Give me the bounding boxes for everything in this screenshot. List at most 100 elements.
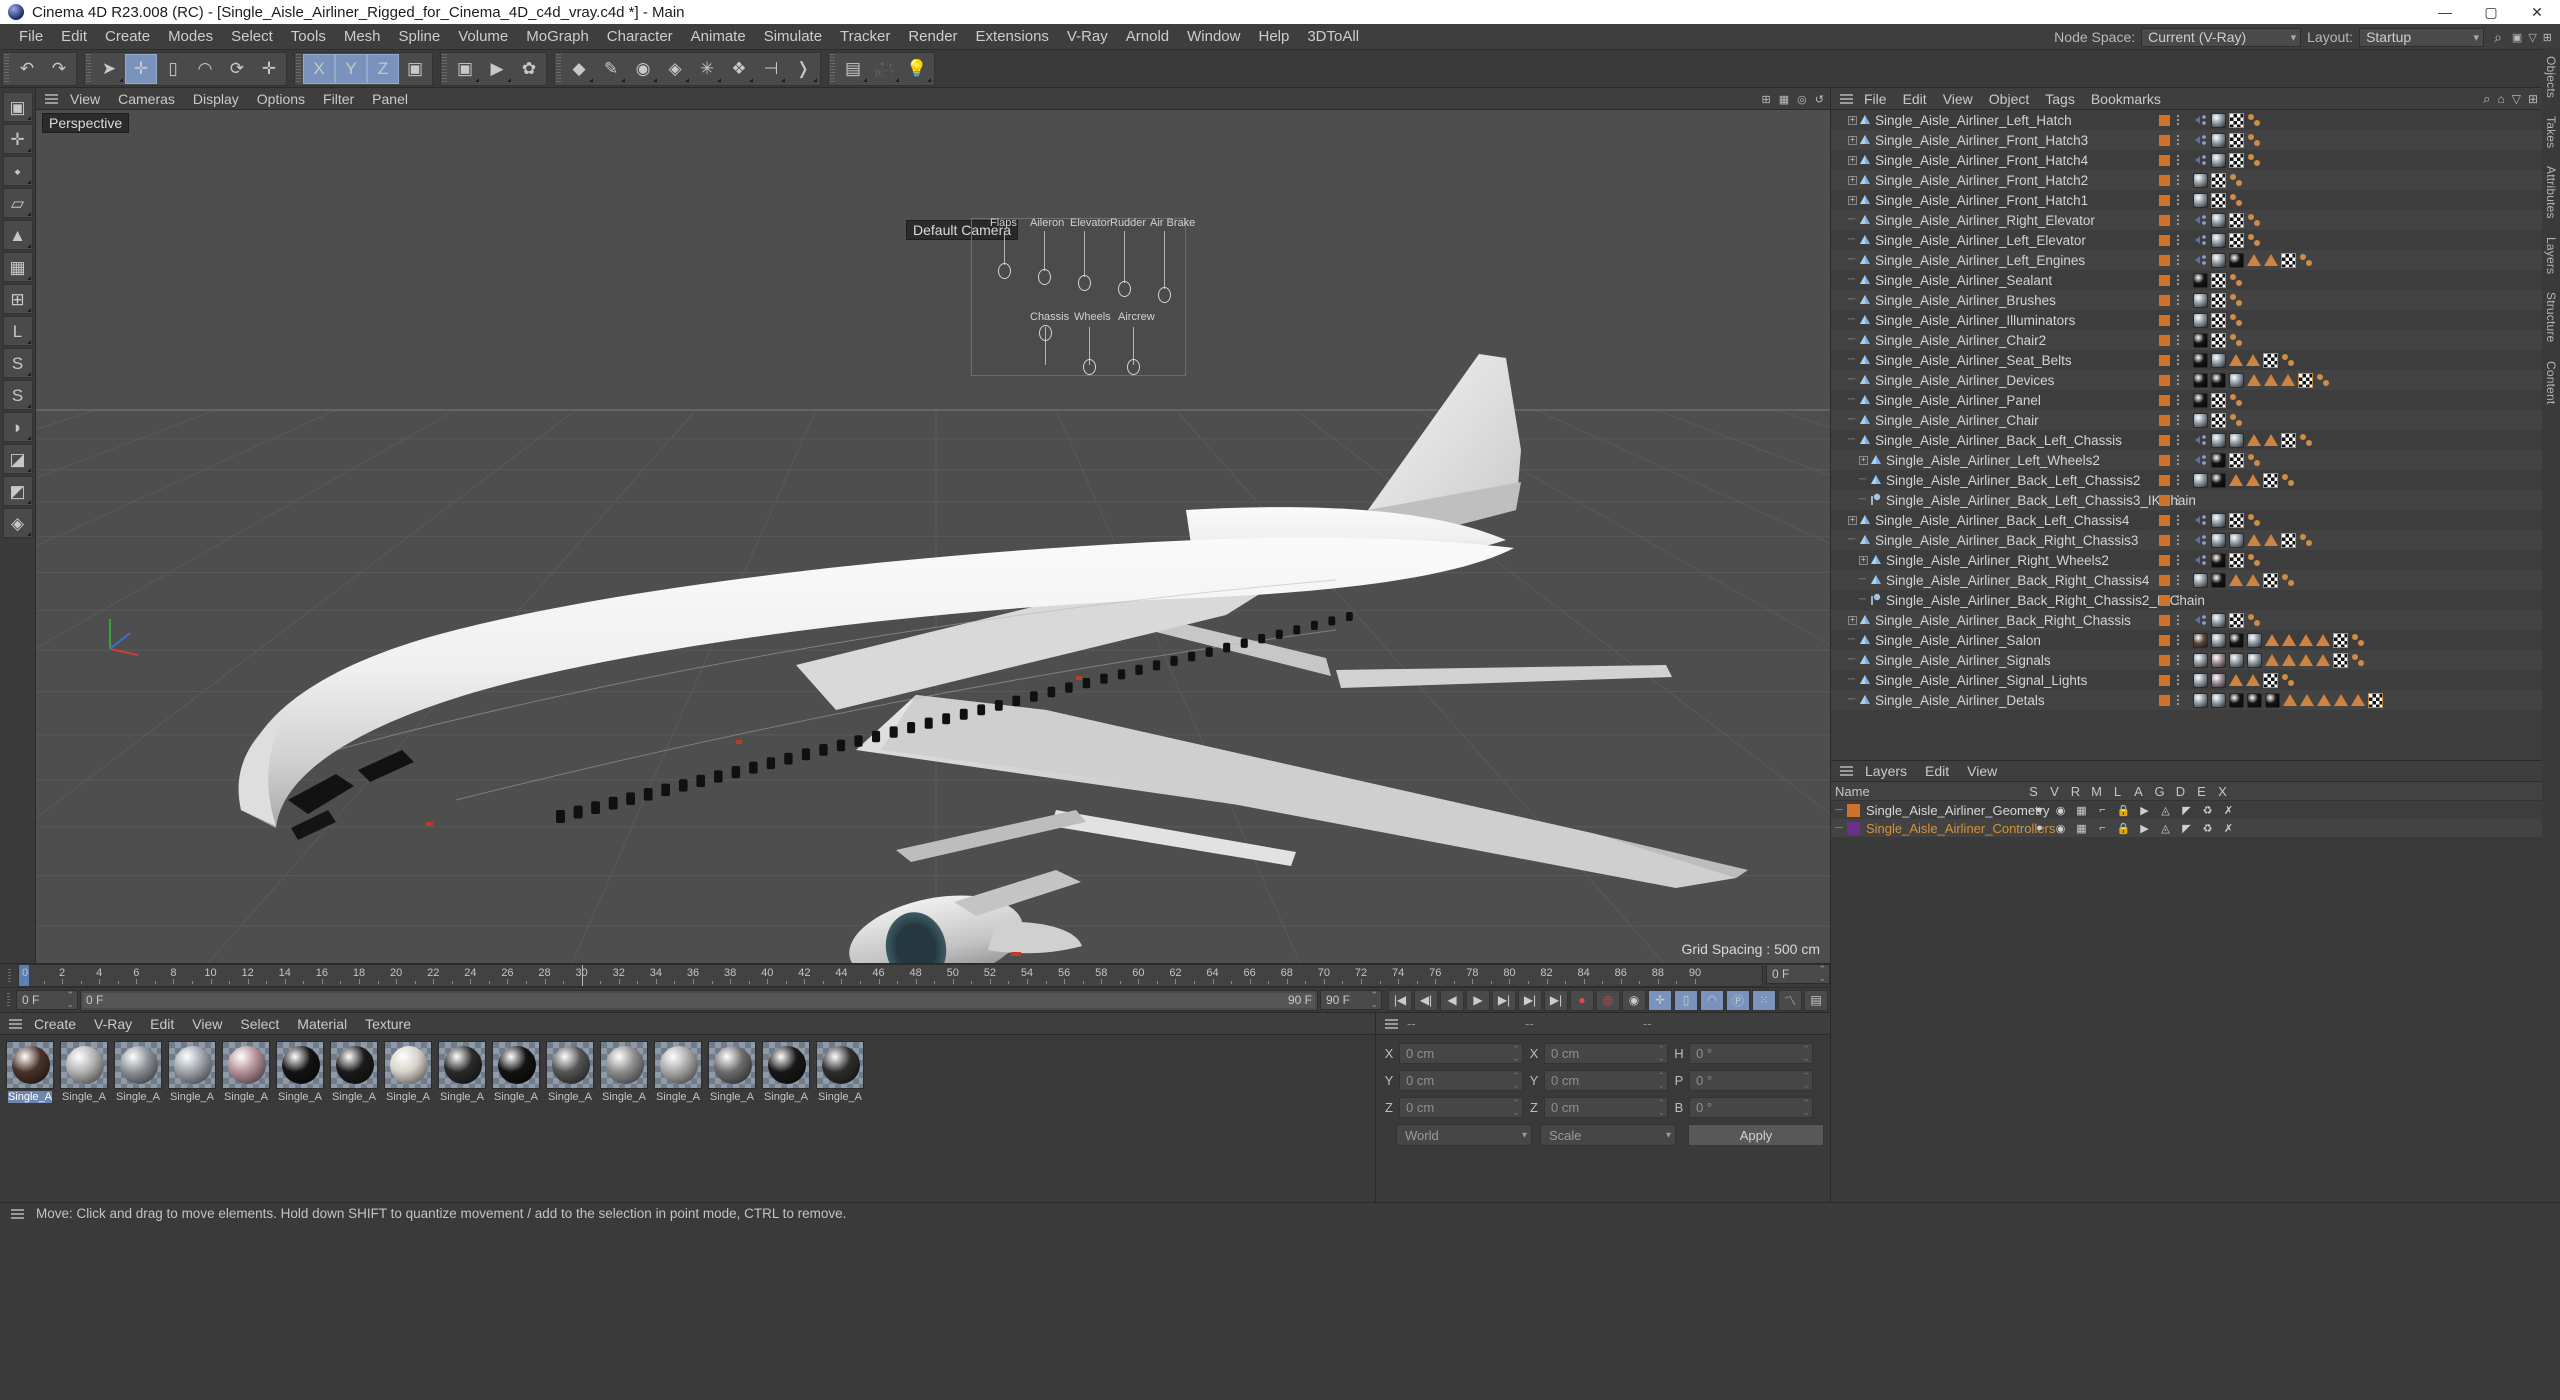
autokeying-button[interactable]: ◎ [1596, 989, 1620, 1011]
layer-flag-d[interactable]: ◤ [2176, 822, 2197, 835]
layer-color-chip[interactable] [2159, 334, 2170, 346]
timeline-grip[interactable] [0, 964, 18, 987]
material-item[interactable]: Single_A [382, 1041, 434, 1103]
object-dots-icon[interactable] [2177, 695, 2179, 705]
uv-texture-tag-icon[interactable] [2211, 292, 2226, 308]
time-range-slider[interactable]: 0 F 90 F [80, 989, 1318, 1011]
world-object-coord-button[interactable]: ▣ [399, 54, 431, 84]
layer-flag-m[interactable]: ⌐ [2092, 804, 2113, 816]
menu-item-arnold[interactable]: Arnold [1117, 24, 1178, 50]
selection-tag-icon[interactable] [2264, 434, 2278, 446]
enable-axis-button[interactable]: L [2, 316, 33, 346]
maximize-button[interactable]: ▢ [2468, 0, 2514, 24]
layer-color-chip[interactable] [2159, 174, 2170, 186]
deformer-tag-icon[interactable] [2193, 613, 2208, 628]
rot-p-field[interactable]: 0 ° ⌃ ⌄ [1689, 1070, 1813, 1091]
uv-texture-tag-icon[interactable] [2229, 452, 2244, 468]
object-axis-mode-button[interactable]: ✛ [2, 124, 33, 154]
material-tag-icon[interactable] [2193, 192, 2208, 208]
layer-flag-v[interactable]: ◉ [2050, 822, 2071, 835]
pos-x-field[interactable]: 0 cm ⌃ ⌄ [1399, 1043, 1523, 1064]
uv-texture-tag-icon[interactable] [2281, 432, 2296, 448]
layer-color-chip[interactable] [2159, 374, 2170, 386]
uv-texture-tag-icon[interactable] [2229, 132, 2244, 148]
layer-flag-r[interactable]: ▦ [2071, 822, 2092, 835]
selection-tag-icon[interactable] [2265, 654, 2279, 666]
material-swatch-grid[interactable]: Single_A Single_A Single_A Single_A Single_A… [0, 1035, 1375, 1202]
undo-button[interactable]: ↶ [11, 54, 43, 84]
object-row[interactable]: ─ Single_Aisle_Airliner_Devices [1831, 370, 2560, 390]
layer-color-chip[interactable] [2159, 594, 2170, 606]
uv-texture-tag-icon[interactable] [2263, 672, 2278, 688]
toolbar-group-handle[interactable] [86, 53, 91, 84]
phong-tag-icon[interactable] [2247, 553, 2262, 568]
workplane-mode-button[interactable]: ⊞ [2, 284, 33, 314]
material-tag-icon[interactable] [2247, 652, 2262, 668]
selection-tag-icon[interactable] [2229, 474, 2243, 486]
object-row[interactable]: ─ Single_Aisle_Airliner_Left_Engines [1831, 250, 2560, 270]
object-dots-icon[interactable] [2177, 495, 2179, 505]
object-dots-icon[interactable] [2177, 615, 2179, 625]
layers-menu-view[interactable]: View [1958, 760, 2006, 782]
uv-texture-tag-icon[interactable] [2211, 332, 2226, 348]
viewport-menu-options[interactable]: Options [248, 88, 314, 110]
object-row[interactable]: ─ Single_Aisle_Airliner_Panel [1831, 390, 2560, 410]
phong-tag-icon[interactable] [2229, 273, 2244, 288]
material-tag-icon[interactable] [2211, 612, 2226, 628]
keyframe-selection-button[interactable]: ◉ [1622, 989, 1646, 1011]
viewport-menu-cameras[interactable]: Cameras [109, 88, 184, 110]
object-menu-bookmarks[interactable]: Bookmarks [2083, 88, 2169, 110]
object-dots-icon[interactable] [2177, 375, 2179, 385]
phong-tag-icon[interactable] [2299, 433, 2314, 448]
search-icon[interactable]: ⌕ [2490, 29, 2506, 46]
light-button[interactable]: 💡 [901, 54, 933, 84]
timeline-ruler[interactable]: 0246810121416182022242628303234363840424… [18, 964, 1763, 987]
filter-icon[interactable]: ▽ [2512, 92, 2521, 106]
phong-tag-icon[interactable] [2247, 213, 2262, 228]
layer-flag-l[interactable]: 🔒 [2113, 822, 2134, 835]
material-menu-view[interactable]: View [183, 1013, 231, 1035]
material-tag-icon[interactable] [2193, 652, 2208, 668]
material-tag-icon[interactable] [2211, 672, 2226, 688]
menu-item-window[interactable]: Window [1178, 24, 1249, 50]
material-item[interactable]: Single_A [598, 1041, 650, 1103]
material-tag-icon[interactable] [2193, 392, 2208, 408]
expand-toggle-icon[interactable]: + [1848, 155, 1857, 165]
material-item[interactable]: Single_A [760, 1041, 812, 1103]
material-panel-menu-icon[interactable] [5, 1018, 25, 1029]
object-dots-icon[interactable] [2177, 675, 2179, 685]
x-axis-lock-button[interactable]: X [303, 53, 335, 84]
object-row[interactable]: + Single_Aisle_Airliner_Back_Right_Chassi… [1831, 610, 2560, 630]
viewport-cameras-icon[interactable]: ◎ [1797, 93, 1807, 106]
phong-tag-icon[interactable] [2299, 533, 2314, 548]
selection-tag-icon[interactable] [2246, 574, 2260, 586]
phong-tag-icon[interactable] [2247, 133, 2262, 148]
phong-tag-icon[interactable] [2247, 233, 2262, 248]
layer-flag-a[interactable]: ▶ [2134, 804, 2155, 817]
layer-flag-s[interactable]: ● [2029, 822, 2050, 834]
material-tag-icon[interactable] [2229, 632, 2244, 648]
object-row[interactable]: + Single_Aisle_Airliner_Back_Left_Chassis… [1831, 510, 2560, 530]
selection-tag-icon[interactable] [2247, 534, 2261, 546]
bend-deformer-button[interactable]: ✳ [691, 54, 723, 84]
menu-item-tracker[interactable]: Tracker [831, 24, 899, 50]
material-item[interactable]: Single_A [166, 1041, 218, 1103]
material-tag-icon[interactable] [2193, 472, 2208, 488]
selection-tag-icon[interactable] [2247, 434, 2261, 446]
layer-color-chip[interactable] [2159, 554, 2170, 566]
material-tag-icon[interactable] [2229, 692, 2244, 708]
uv-texture-tag-icon[interactable] [2263, 572, 2278, 588]
object-menu-object[interactable]: Object [1981, 88, 2037, 110]
uv-texture-tag-icon[interactable] [2229, 212, 2244, 228]
object-row[interactable]: ─ Single_Aisle_Airliner_Detals [1831, 690, 2560, 710]
material-item[interactable]: Single_A [706, 1041, 758, 1103]
go-to-previous-key-button[interactable]: ◀| [1414, 989, 1438, 1011]
layer-color-chip[interactable] [2159, 674, 2170, 686]
field-button[interactable]: ⊣ [755, 54, 787, 84]
layer-color-chip[interactable] [2159, 274, 2170, 286]
material-tag-icon[interactable] [2211, 352, 2226, 368]
material-menu-texture[interactable]: Texture [356, 1013, 420, 1035]
animbar-grip[interactable] [2, 993, 14, 1007]
selection-tag-icon[interactable] [2300, 694, 2314, 706]
menu-filter-icon[interactable]: ▽ [2528, 31, 2536, 44]
